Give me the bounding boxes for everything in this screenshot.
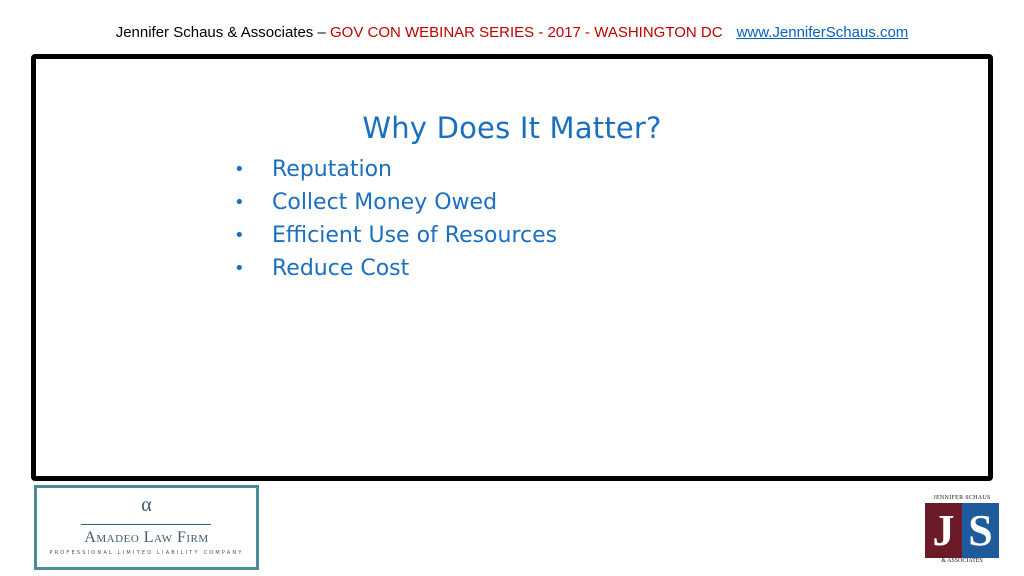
bullet-text: Efficient Use of Resources bbox=[272, 223, 558, 248]
logo-divider bbox=[81, 524, 211, 525]
alpha-symbol-icon: α bbox=[141, 494, 152, 516]
logo-firm-subtitle: PROFESSIONAL LIMITED LIABILITY COMPANY bbox=[49, 550, 244, 556]
slide-title: Why Does It Matter? bbox=[362, 111, 662, 145]
slide-content-frame: Why Does It Matter? • Reputation • Colle… bbox=[31, 54, 993, 481]
list-item: • Efficient Use of Resources bbox=[232, 219, 557, 252]
bullet-icon: • bbox=[234, 192, 245, 213]
js-logo-letter-j: J bbox=[925, 503, 962, 558]
bullet-icon: • bbox=[234, 258, 245, 279]
header-website-link[interactable]: www.JenniferSchaus.com bbox=[737, 24, 909, 41]
list-item: • Reputation bbox=[232, 153, 557, 186]
amadeo-law-firm-logo: α Amadeo Law Firm PROFESSIONAL LIMITED L… bbox=[34, 485, 259, 570]
list-item: • Reduce Cost bbox=[232, 252, 557, 285]
bullet-text: Reduce Cost bbox=[272, 256, 410, 281]
bullet-text: Collect Money Owed bbox=[272, 190, 498, 215]
js-logo-bottom-text: & ASSOCIATES bbox=[941, 558, 983, 564]
header-banner: Jennifer Schaus & Associates – GOV CON W… bbox=[0, 24, 1024, 41]
bullet-icon: • bbox=[234, 225, 245, 246]
logo-firm-name: Amadeo Law Firm bbox=[84, 529, 209, 546]
js-logo-letter-s: S bbox=[962, 503, 999, 558]
bullet-icon: • bbox=[234, 159, 245, 180]
bullet-text: Reputation bbox=[272, 157, 392, 182]
list-item: • Collect Money Owed bbox=[232, 186, 557, 219]
jennifer-schaus-logo: JENNIFER SCHAUS J S & ASSOCIATES bbox=[922, 495, 1002, 567]
js-logo-top-text: JENNIFER SCHAUS bbox=[933, 495, 991, 501]
header-series: GOV CON WEBINAR SERIES - 2017 - WASHINGT… bbox=[329, 24, 723, 41]
header-company: Jennifer Schaus & Associates – bbox=[115, 24, 330, 41]
bullet-list: • Reputation • Collect Money Owed • Effi… bbox=[232, 153, 557, 285]
